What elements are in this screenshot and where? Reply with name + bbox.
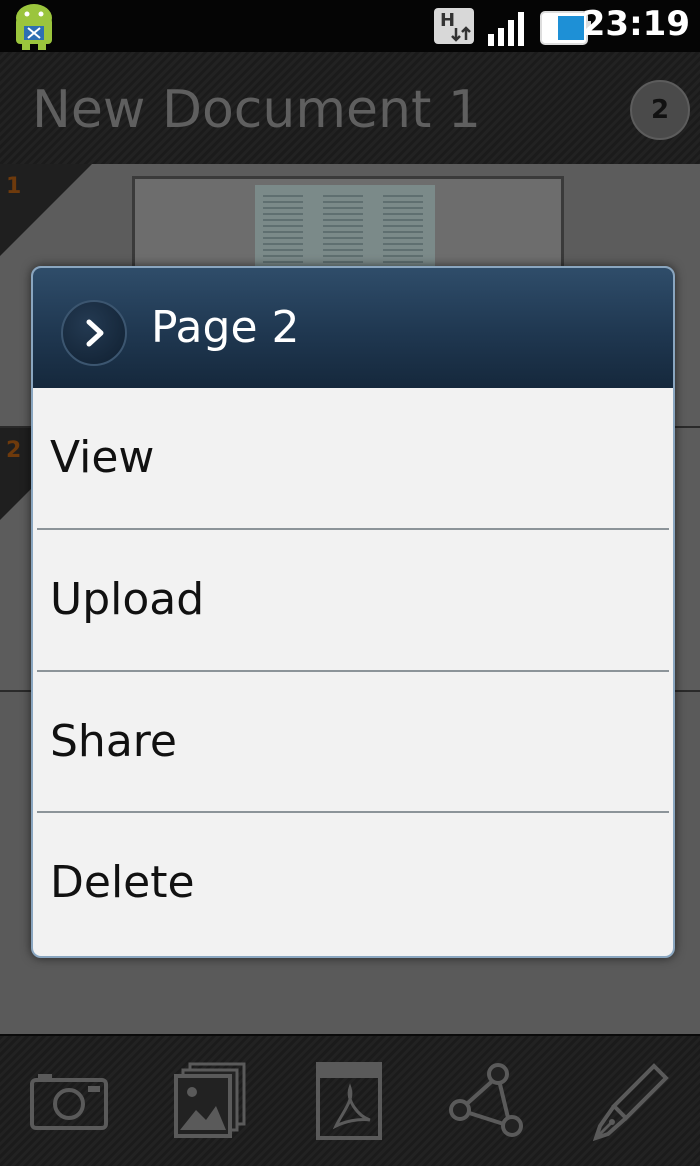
- menu-item-upload[interactable]: Upload: [33, 530, 673, 670]
- menu-item-delete[interactable]: Delete: [33, 813, 673, 953]
- pen-icon[interactable]: [590, 1060, 672, 1142]
- chevron-right-icon: [61, 300, 127, 366]
- android-debug-icon: [10, 2, 58, 56]
- signal-strength-icon: [486, 10, 530, 50]
- menu-item-share[interactable]: Share: [33, 672, 673, 812]
- bottom-toolbar: [0, 1034, 700, 1166]
- title-bar: New Document 1 2: [0, 52, 700, 166]
- hspa-data-icon: H: [432, 6, 476, 50]
- screen: H 23:19 New Document 1 2 1 2 Page 2 View…: [0, 0, 700, 1166]
- menu-item-label: View: [50, 432, 155, 483]
- gallery-icon[interactable]: [172, 1060, 254, 1142]
- menu-item-view[interactable]: View: [33, 388, 673, 528]
- svg-text:H: H: [440, 10, 455, 31]
- document-title: New Document 1: [32, 80, 481, 140]
- menu-item-label: Upload: [50, 574, 205, 625]
- page-context-dialog: Page 2 View Upload Share Delete: [31, 266, 675, 958]
- status-bar: H 23:19: [0, 0, 700, 52]
- menu-item-label: Delete: [50, 857, 195, 908]
- menu-item-label: Share: [50, 716, 177, 767]
- dialog-title: Page 2: [151, 302, 300, 353]
- page-count-badge[interactable]: 2: [630, 80, 690, 140]
- share-icon[interactable]: [446, 1060, 528, 1142]
- page-number: 1: [6, 174, 22, 199]
- status-clock: 23:19: [581, 4, 690, 44]
- page-number: 2: [6, 438, 22, 463]
- pdf-icon[interactable]: [314, 1060, 396, 1142]
- dialog-header: Page 2: [33, 268, 673, 388]
- camera-icon[interactable]: [28, 1060, 110, 1142]
